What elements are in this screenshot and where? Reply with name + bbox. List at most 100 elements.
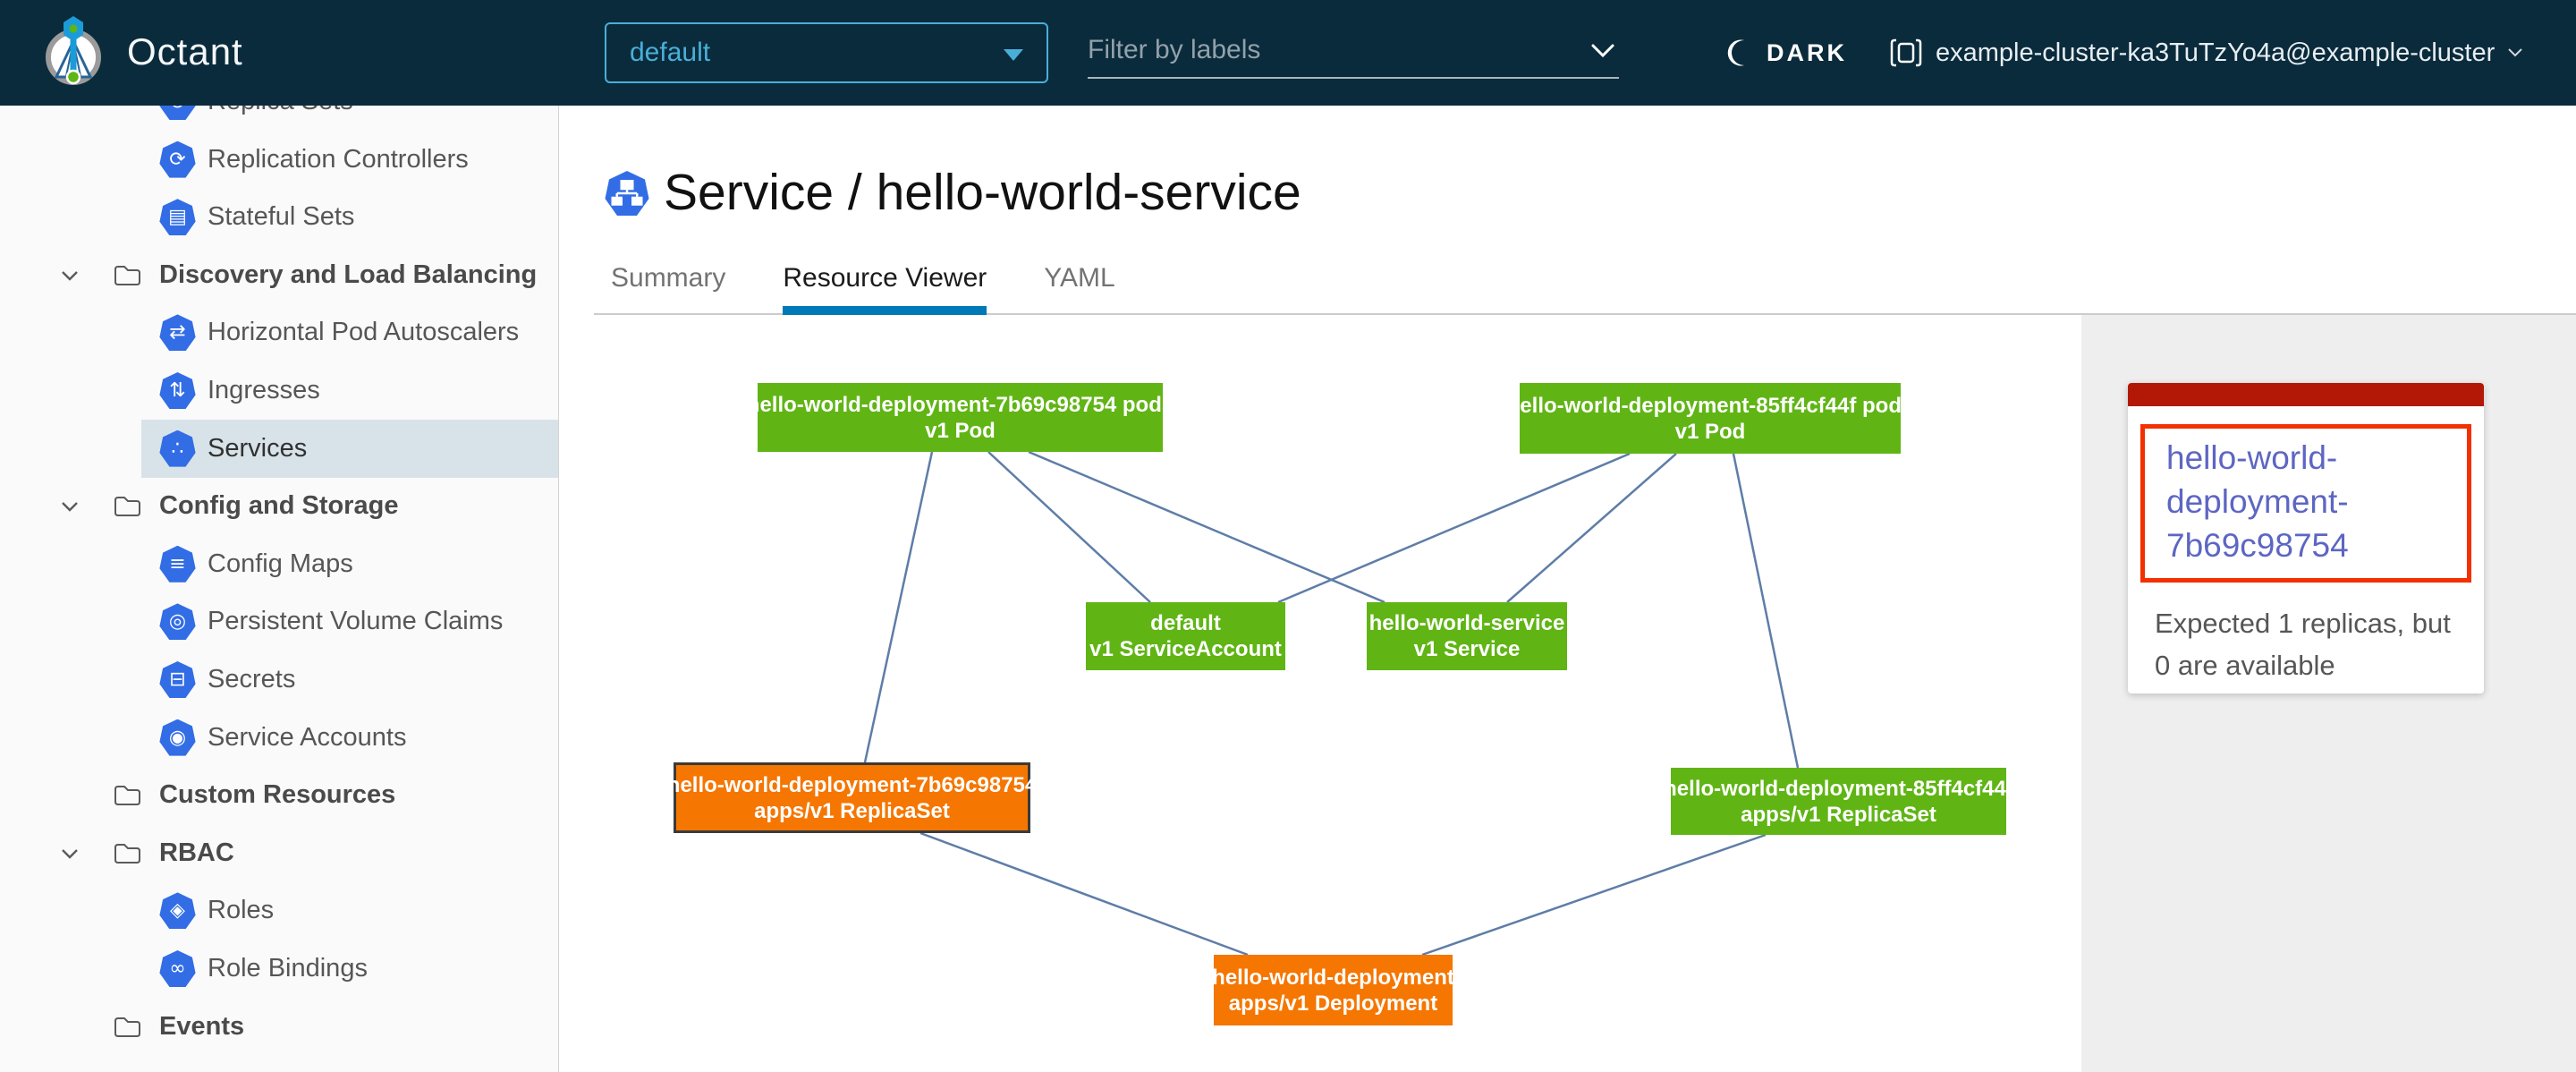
service-icon — [605, 171, 649, 216]
cluster-selector[interactable]: example-cluster-ka3TuTzYo4a@example-clus… — [1889, 0, 2523, 106]
graph-edge — [1422, 835, 1766, 955]
node-name: hello-world-deployment-7b69c98754 pods — [747, 392, 1174, 418]
sidebar-item-label: Horizontal Pod Autoscalers — [208, 303, 519, 362]
app-header: Octant default DARK example-cluster-ka3T… — [0, 0, 2576, 106]
node-kind: apps/v1 ReplicaSet — [1741, 802, 1936, 828]
node-kind: v1 Service — [1414, 636, 1521, 662]
sidebar-item-label: Config and Storage — [159, 477, 398, 535]
roles-icon: ◈ — [159, 892, 196, 929]
replication-controllers-icon: ⟳ — [159, 141, 196, 178]
sidebar-item-secrets[interactable]: ⊟ Secrets — [0, 651, 558, 709]
sidebar-item-horizontal-pod-autoscalers[interactable]: ⇄ Horizontal Pod Autoscalers — [0, 303, 558, 362]
sidebar-item-label: Ingresses — [208, 362, 320, 420]
sidebar-item-replica-sets[interactable]: ⊙ Replica Sets — [0, 106, 558, 131]
sidebar-item-config-maps[interactable]: ≡ Config Maps — [0, 535, 558, 593]
folder-icon — [114, 842, 141, 869]
graph-node-pod-85ff4cf44f[interactable]: hello-world-deployment-85ff4cf44f podsv1… — [1520, 383, 1901, 454]
graph-node-deployment-hello-world[interactable]: hello-world-deploymentapps/v1 Deployment — [1214, 955, 1453, 1025]
chevron-down-icon — [2507, 47, 2523, 58]
sidebar-item-label: Role Bindings — [208, 940, 368, 998]
tab-bar: Summary Resource Viewer YAML — [611, 258, 1115, 315]
filter-input[interactable] — [1088, 25, 1578, 75]
sidebar-item-label: Replica Sets — [208, 106, 353, 131]
chevron-down-icon[interactable] — [59, 496, 80, 522]
sidebar-item-config-and-storage[interactable]: Config and Storage — [0, 477, 558, 535]
octant-app: Octant default DARK example-cluster-ka3T… — [0, 0, 2576, 1072]
folder-icon — [114, 264, 141, 291]
cluster-icon — [1889, 36, 1923, 70]
alert-severity-bar — [2128, 383, 2484, 406]
alert-message: Expected 1 replicas, but 0 are available — [2155, 602, 2457, 686]
sidebar-item-label: Services — [208, 420, 307, 478]
role-bindings-icon: ∞ — [159, 950, 196, 987]
alert-card: hello-world-deployment-7b69c98754 Expect… — [2128, 383, 2484, 693]
node-name: hello-world-service — [1369, 610, 1565, 636]
sidebar-item-rbac[interactable]: RBAC — [0, 824, 558, 882]
sidebar-item-label: Service Accounts — [208, 709, 406, 767]
config-maps-icon: ≡ — [159, 546, 196, 583]
sidebar-item-label: Custom Resources — [159, 766, 395, 824]
sidebar-item-custom-resources[interactable]: Custom Resources — [0, 766, 558, 824]
chevron-down-icon[interactable] — [59, 265, 80, 291]
sidebar-item-label: Discovery and Load Balancing — [159, 246, 537, 304]
node-kind: v1 Pod — [925, 418, 996, 444]
namespace-dropdown-value: default — [630, 24, 710, 81]
sidebar-item-label: Roles — [208, 881, 274, 940]
node-name: hello-world-deployment — [1212, 965, 1454, 991]
node-kind: v1 ServiceAccount — [1089, 636, 1282, 662]
sidebar-item-ingresses[interactable]: ⇅Ingresses — [0, 362, 558, 420]
node-kind: v1 Pod — [1675, 419, 1746, 445]
sidebar-item-persistent-volume-claims[interactable]: ◎ Persistent Volume Claims — [0, 592, 558, 651]
sidebar-item-label: Events — [159, 998, 244, 1056]
graph-edge — [865, 452, 932, 762]
tab-resource-viewer[interactable]: Resource Viewer — [783, 258, 987, 315]
octant-logo-icon — [45, 11, 102, 95]
service-accounts-icon: ◉ — [159, 719, 196, 756]
sidebar-item-label: Config Maps — [208, 535, 353, 593]
resource-link[interactable]: hello-world-deployment-7b69c98754 — [2166, 436, 2458, 567]
node-kind: apps/v1 ReplicaSet — [754, 798, 950, 824]
theme-toggle[interactable]: DARK — [1723, 0, 1847, 106]
page-title: Service / hello-world-service — [664, 163, 1301, 222]
detail-panel: hello-world-deployment-7b69c98754 Expect… — [2081, 315, 2576, 1072]
tab-summary[interactable]: Summary — [611, 258, 725, 315]
node-name: hello-world-deployment-85ff4cf44f — [1664, 776, 2013, 802]
graph-node-serviceaccount-default[interactable]: defaultv1 ServiceAccount — [1086, 602, 1285, 670]
sidebar-item-service-accounts[interactable]: ◉ Service Accounts — [0, 709, 558, 767]
sidebar-item-label: RBAC — [159, 824, 234, 882]
sidebar-item-replication-controllers[interactable]: ⟳Replication Controllers — [0, 131, 558, 189]
graph-node-service-hello-world[interactable]: hello-world-servicev1 Service — [1367, 602, 1567, 670]
graph-node-replicaset-7b69c98754[interactable]: hello-world-deployment-7b69c98754apps/v1… — [674, 762, 1030, 833]
theme-toggle-label: DARK — [1767, 39, 1847, 67]
sidebar-item-label: Persistent Volume Claims — [208, 592, 503, 651]
sidebar-item-role-bindings[interactable]: ∞ Role Bindings — [0, 940, 558, 998]
sidebar-item-label: Stateful Sets — [208, 188, 354, 246]
secrets-icon: ⊟ — [159, 661, 196, 698]
graph-node-replicaset-85ff4cf44f[interactable]: hello-world-deployment-85ff4cf44fapps/v1… — [1671, 768, 2006, 835]
graph-edge — [920, 833, 1248, 955]
graph-edge — [1733, 454, 1798, 768]
namespace-dropdown[interactable]: default — [605, 22, 1048, 83]
chevron-down-icon[interactable] — [59, 843, 80, 869]
persistent-volume-claims-icon: ◎ — [159, 603, 196, 640]
tab-yaml[interactable]: YAML — [1044, 258, 1114, 315]
app-title: Octant — [127, 0, 243, 106]
resource-graph: hello-world-deployment-7b69c98754 podsv1… — [559, 298, 2081, 1072]
stateful-sets-icon: ▤ — [159, 199, 196, 235]
horizontal-pod-autoscalers-icon: ⇄ — [159, 314, 196, 351]
sidebar-item-roles[interactable]: ◈ Roles — [0, 881, 558, 940]
alert-box: hello-world-deployment-7b69c98754 — [2140, 424, 2471, 583]
label-filter[interactable] — [1088, 25, 1619, 79]
selected-highlight — [141, 420, 558, 478]
replica-sets-icon: ⊙ — [159, 106, 196, 120]
sidebar-item-events[interactable]: Events — [0, 998, 558, 1056]
sidebar-item-discovery-and-load-balancing[interactable]: Discovery and Load Balancing — [0, 246, 558, 304]
caret-down-icon — [1004, 49, 1023, 61]
graph-node-pod-7b69c98754[interactable]: hello-world-deployment-7b69c98754 podsv1… — [758, 383, 1163, 452]
chevron-down-icon — [1590, 43, 1615, 59]
sidebar-item-stateful-sets[interactable]: ▤ Stateful Sets — [0, 188, 558, 246]
sidebar-item-label: Secrets — [208, 651, 295, 709]
graph-edge — [1507, 454, 1676, 602]
sidebar-item-services[interactable]: ∴Services — [0, 420, 558, 478]
cluster-selector-label: example-cluster-ka3TuTzYo4a@example-clus… — [1936, 38, 2495, 68]
